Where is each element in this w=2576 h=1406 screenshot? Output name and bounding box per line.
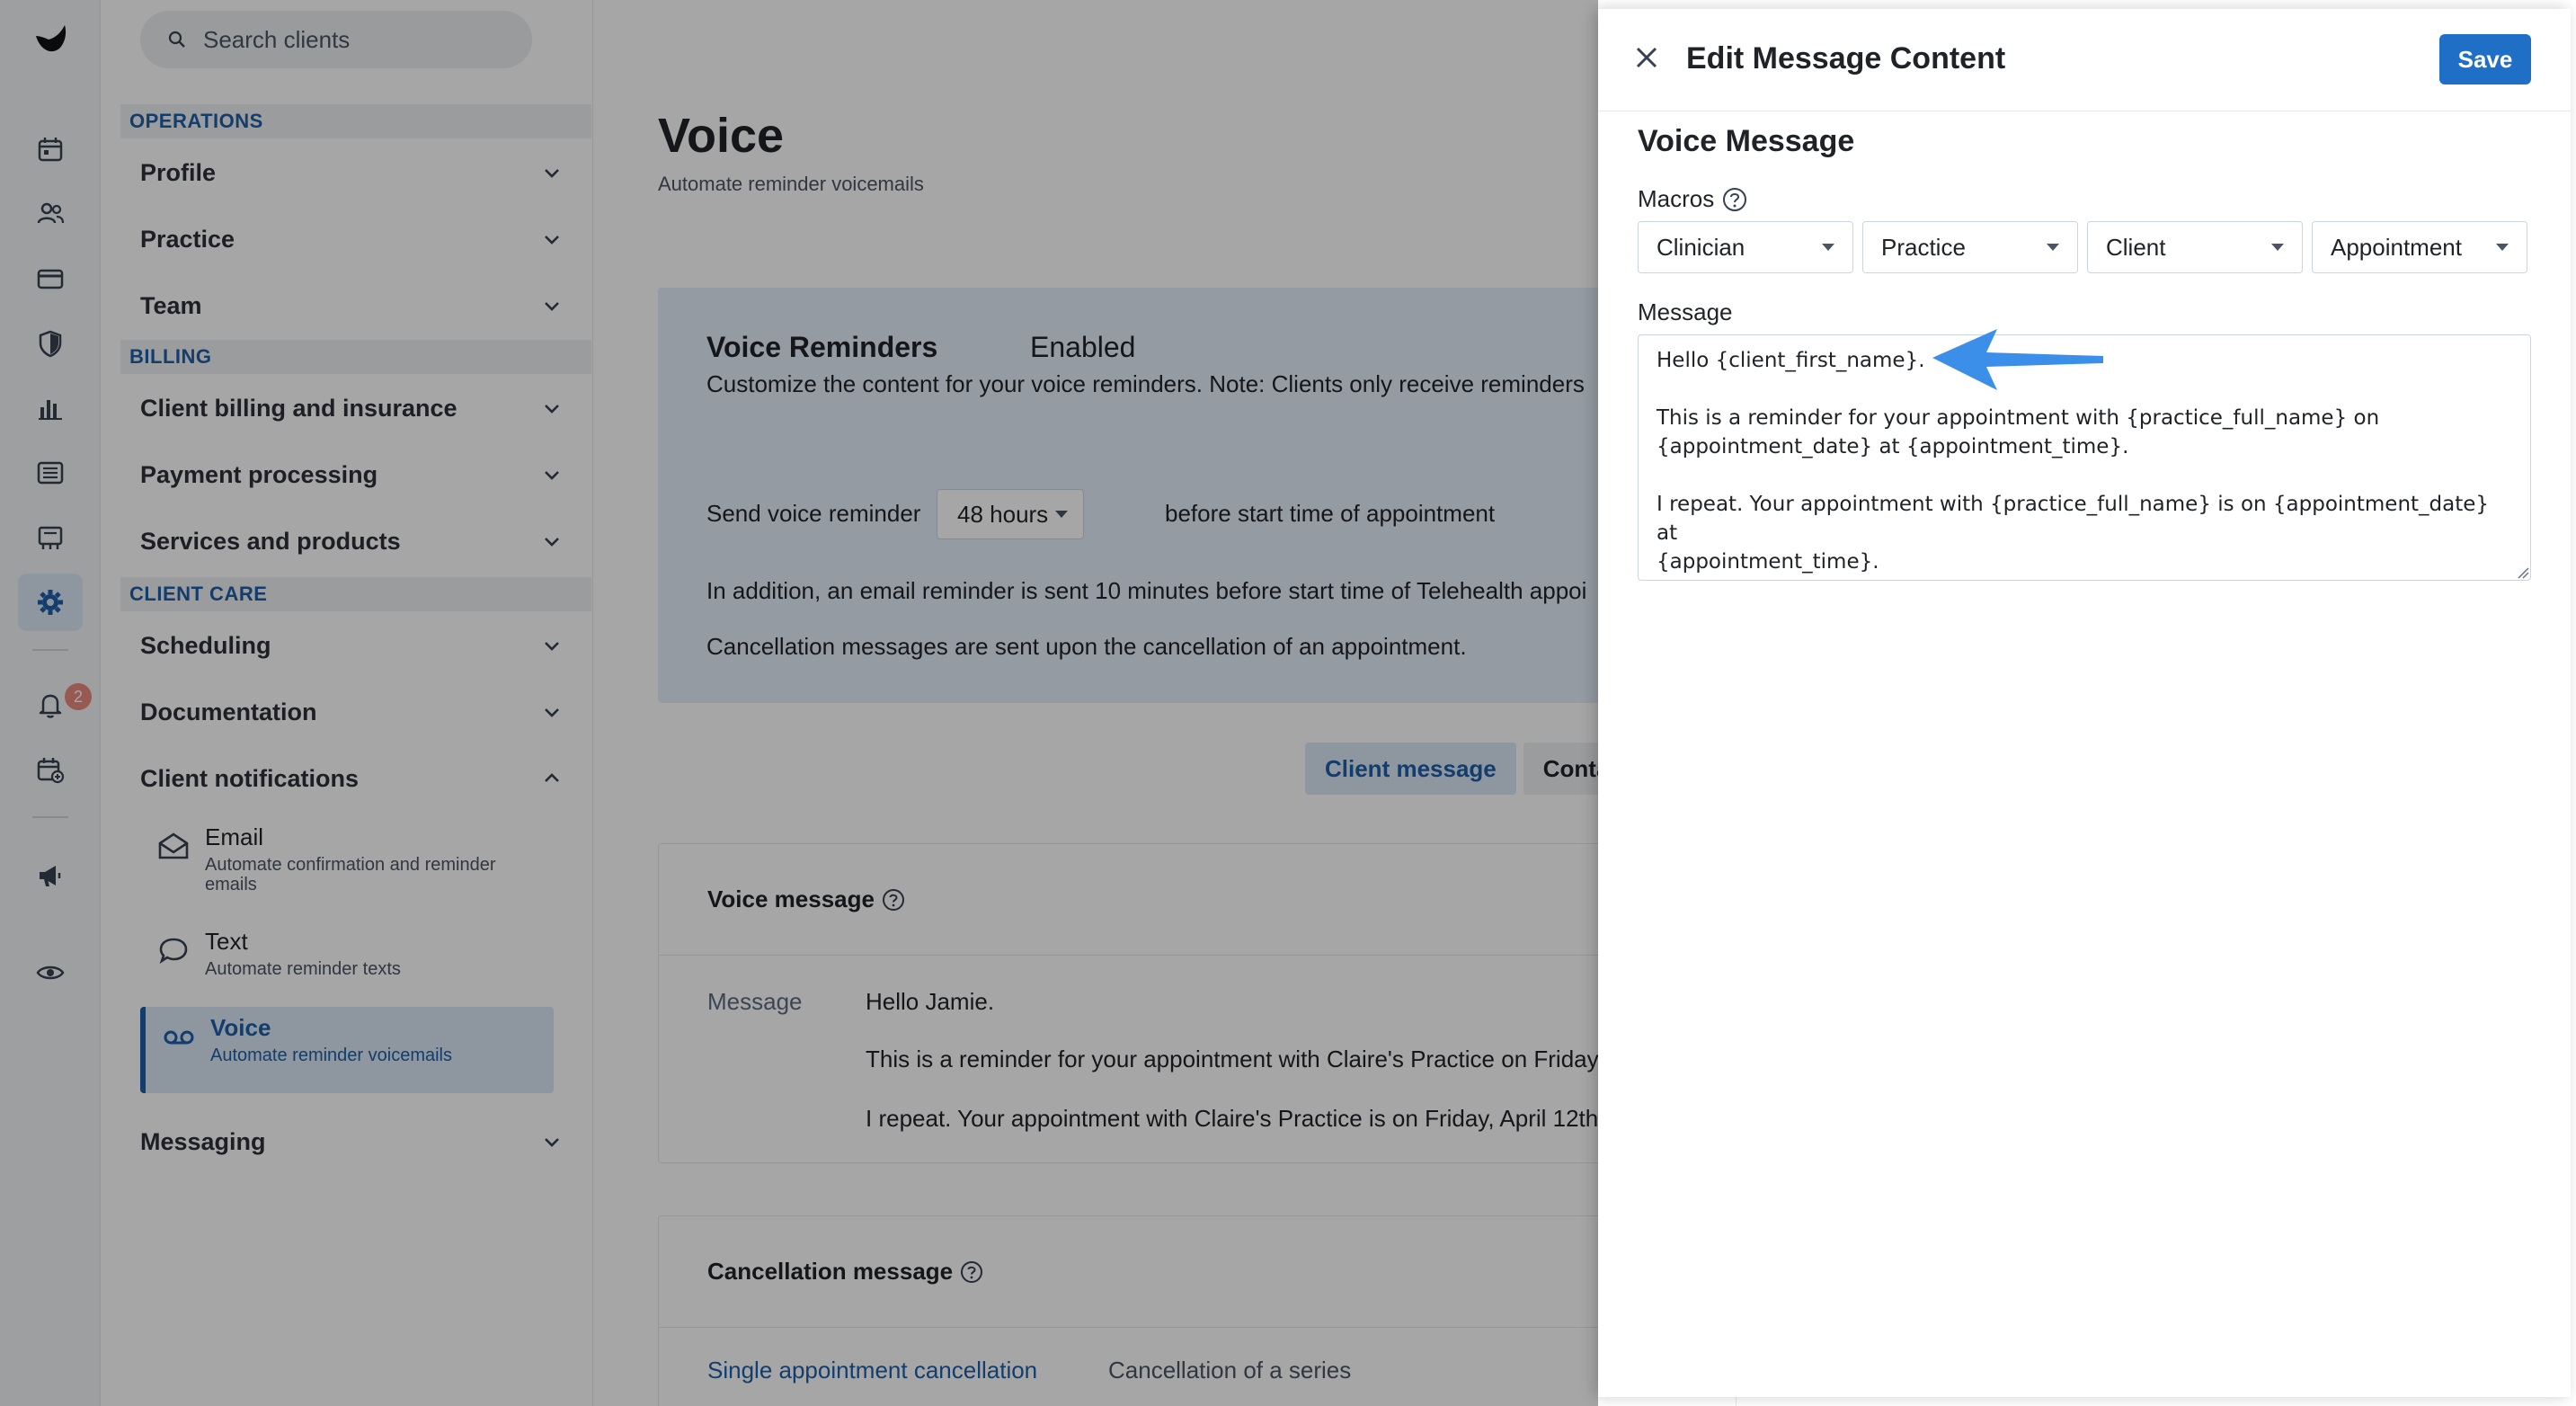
section-title: Voice Message <box>1638 124 1855 158</box>
save-button[interactable]: Save <box>2439 34 2531 85</box>
caret-down-icon <box>2496 244 2509 251</box>
caret-down-icon <box>2047 244 2059 251</box>
drawer-header: Edit Message Content Save <box>1598 9 2571 111</box>
macro-select-appointment[interactable]: Appointment <box>2312 221 2527 273</box>
resize-grip-icon[interactable] <box>2515 565 2529 579</box>
arrow-annotation-icon <box>1932 329 2103 390</box>
caret-down-icon <box>1822 244 1834 251</box>
macro-select-client[interactable]: Client <box>2087 221 2303 273</box>
drawer-title: Edit Message Content <box>1686 41 2006 76</box>
edit-message-drawer: Edit Message Content Save Voice Message … <box>1598 9 2571 1397</box>
help-icon[interactable] <box>1721 186 1748 213</box>
macro-select-practice[interactable]: Practice <box>1862 221 2078 273</box>
modal-backdrop[interactable] <box>0 0 1598 1406</box>
macros-label: Macros <box>1638 185 1748 213</box>
caret-down-icon <box>2271 244 2284 251</box>
macro-selects: Clinician Practice Client Appointment <box>1638 221 2527 273</box>
macro-select-clinician[interactable]: Clinician <box>1638 221 1853 273</box>
message-label: Message <box>1638 298 1733 325</box>
close-icon[interactable] <box>1630 41 1663 74</box>
